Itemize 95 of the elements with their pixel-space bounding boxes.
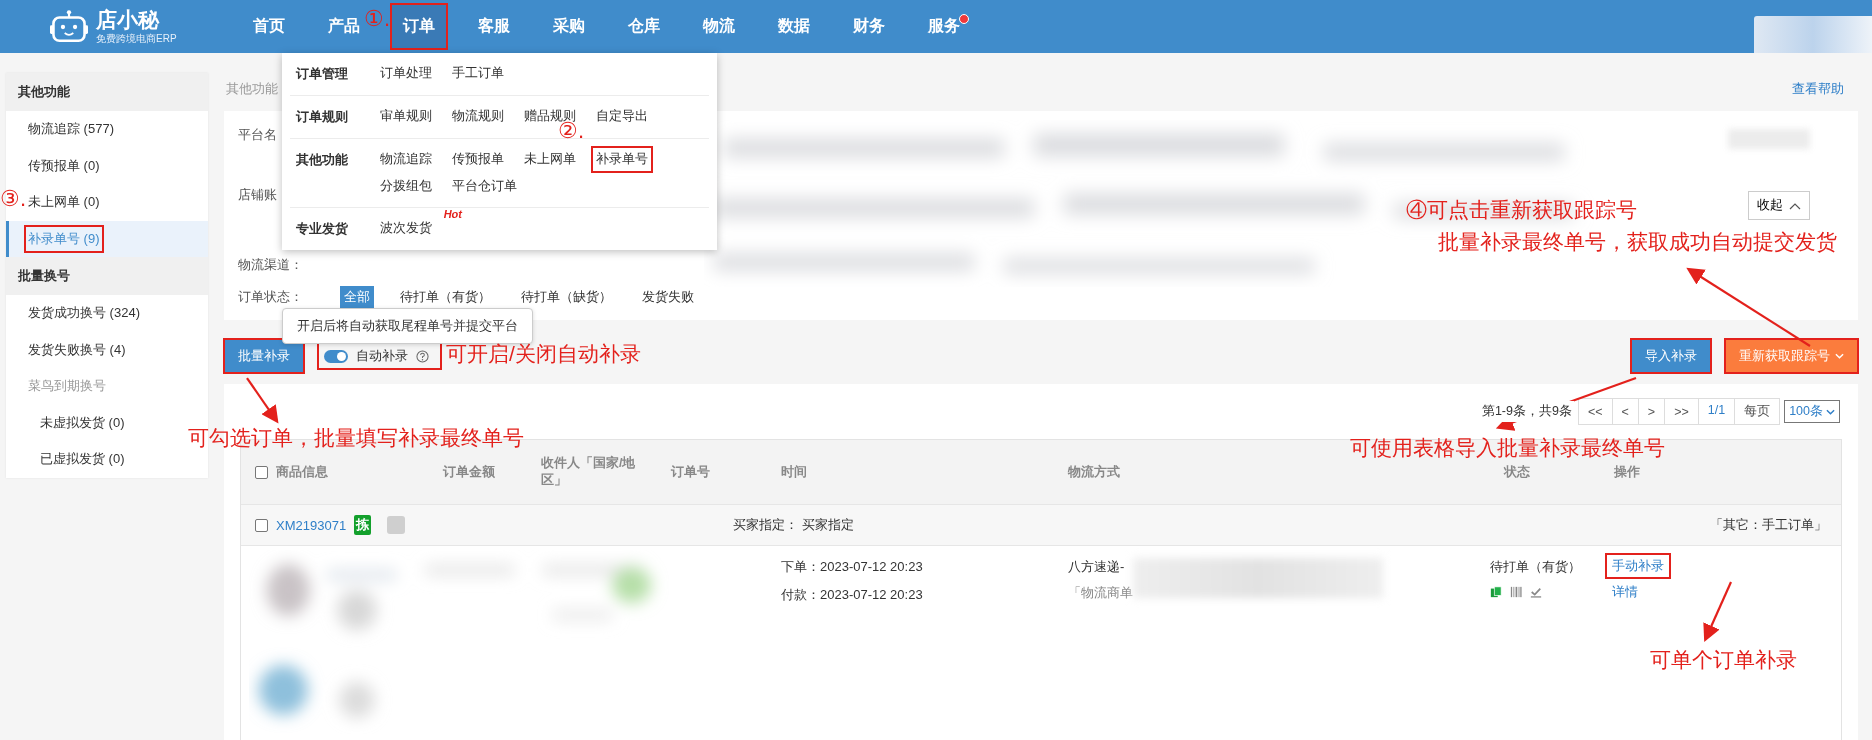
help-link[interactable]: 查看帮助	[1792, 80, 1844, 98]
menu-link[interactable]: 物流规则	[448, 104, 508, 129]
order-source: 「其它：手工订单」	[1710, 516, 1827, 534]
filter-option[interactable]: 发货失败	[638, 286, 698, 308]
page-summary: 第1-9条，共9条	[1479, 401, 1574, 422]
menu-link[interactable]: 手工订单	[448, 61, 508, 86]
menu-link[interactable]: 自定导出	[592, 104, 652, 129]
filter-label: 订单状态：	[238, 288, 304, 306]
filter-label: 物流渠道：	[238, 256, 304, 274]
column-header: 物流方式	[1068, 463, 1120, 481]
robot-logo-icon	[50, 8, 88, 45]
filter-label: 平台名	[238, 126, 278, 144]
nav-tab[interactable]: 订单	[390, 4, 447, 49]
annotation-note: 批量补录最终单号，获取成功自动提交发货	[1438, 229, 1837, 255]
menu-group-title: 其他功能	[296, 151, 349, 169]
arrow	[246, 377, 279, 424]
filter-label: 店铺账	[238, 186, 278, 204]
sidebar-item[interactable]: 发货失败换号 (4)	[25, 336, 129, 363]
collapse-button[interactable]: 收起	[1748, 191, 1810, 220]
nav-tab[interactable]: 仓库	[621, 6, 666, 47]
nav-tab[interactable]: 首页	[246, 6, 291, 47]
nav-tab[interactable]: 服务	[921, 6, 966, 47]
column-header: 时间	[781, 463, 807, 481]
sidebar-section-title: 其他功能	[6, 73, 208, 111]
column-header: 订单号	[671, 463, 710, 481]
order-time: 下单：2023-07-12 20:23	[781, 558, 924, 576]
menu-group-title: 订单管理	[296, 65, 349, 83]
nav-tab[interactable]: 物流	[696, 6, 741, 47]
column-header: 操作	[1614, 463, 1640, 481]
nav-tab[interactable]: 财务	[846, 6, 891, 47]
pick-tag: 拣	[354, 515, 372, 535]
annotation-note: 可开启/关闭自动补录	[446, 341, 641, 367]
action-link[interactable]: 手动补录	[1606, 554, 1670, 578]
menu-link[interactable]: 平台仓订单	[448, 174, 521, 199]
sidebar-item[interactable]: 传预报单 (0)	[25, 152, 103, 179]
tag-placeholder	[387, 516, 406, 534]
toggle-label: 自动补录	[356, 347, 408, 365]
filter-option[interactable]: 待打单（缺货）	[517, 286, 616, 308]
chevron-up-icon	[1789, 201, 1801, 210]
sidebar-item[interactable]: 未上网单 (0)	[25, 189, 103, 216]
copy-icon[interactable]	[1490, 586, 1502, 598]
sidebar-section-title: 批量换号	[6, 257, 208, 295]
menu-group-title: 专业发货	[296, 220, 349, 238]
per-page-select[interactable]: 100条	[1784, 400, 1840, 423]
nav-tab[interactable]: 数据	[771, 6, 816, 47]
barcode-icon[interactable]	[1510, 586, 1522, 598]
step-number: ①.	[364, 6, 391, 32]
order-status: 待打单（有货）	[1490, 558, 1582, 576]
logo-name: 店小秘	[96, 7, 161, 32]
sidebar-item[interactable]: 物流追踪 (577)	[25, 116, 117, 143]
filter-option[interactable]: 待打单（有货）	[396, 286, 495, 308]
nav-tab[interactable]: 客服	[471, 6, 516, 47]
annotation-note: 可勾选订单，批量填写补录最终单号	[188, 425, 524, 451]
action-link[interactable]: 详情	[1606, 580, 1644, 604]
breadcrumb: 其他功能	[226, 80, 278, 98]
step-number: ③.	[0, 186, 27, 212]
menu-link[interactable]: 传预报单	[448, 147, 508, 172]
tooltip: 开启后将自动获取尾程单号并提交平台	[282, 308, 533, 344]
checkbox[interactable]	[255, 465, 268, 479]
buyer-note: 买家指定： 买家指定	[733, 516, 854, 534]
order-time: 付款：2023-07-12 20:23	[781, 586, 924, 604]
sidebar-item[interactable]: 发货成功换号 (324)	[25, 300, 143, 327]
menu-link[interactable]: 订单处理	[376, 61, 436, 86]
hot-label: Hot	[443, 208, 462, 220]
menu-link[interactable]: 补录单号	[592, 147, 652, 172]
batch-supplement-button[interactable]: 批量补录	[224, 339, 304, 373]
import-button[interactable]: 导入补录	[1631, 339, 1711, 373]
column-header: 商品信息	[276, 463, 328, 481]
caret-icon	[1835, 353, 1844, 359]
menu-link[interactable]: 分拨组包	[376, 174, 436, 199]
annotation-note: 可单个订单补录	[1650, 647, 1797, 673]
menu-link[interactable]: 未上网单	[520, 147, 580, 172]
toggle-switch[interactable]	[324, 349, 348, 363]
annotation-note: 可使用表格导入批量补录最终单号	[1350, 435, 1665, 461]
logo-tagline: 免费跨境电商ERP	[96, 31, 177, 46]
checkbox[interactable]	[255, 518, 268, 532]
column-header: 订单金额	[443, 463, 495, 481]
auto-supplement-toggle[interactable]: 自动补录	[318, 343, 441, 369]
menu-group-title: 订单规则	[296, 108, 349, 126]
arrow	[1703, 581, 1732, 642]
caret-icon	[1826, 408, 1835, 415]
order-number-link[interactable]: XM2193071	[276, 517, 347, 533]
menu-link[interactable]: 物流追踪	[376, 147, 436, 172]
column-header: 收件人「国家/地区」	[541, 455, 637, 489]
filter-option[interactable]: 全部	[340, 286, 374, 308]
shipping-note: 「物流商单	[1068, 584, 1133, 602]
shipping-method: 八方速递-	[1068, 558, 1126, 576]
help-icon[interactable]	[416, 349, 429, 363]
nav-tab[interactable]: 采购	[546, 6, 591, 47]
nav-tab[interactable]: 产品	[321, 6, 366, 47]
menu-link[interactable]: 审单规则	[376, 104, 436, 129]
check-icon[interactable]	[1530, 586, 1542, 598]
column-header: 状态	[1504, 463, 1530, 481]
annotation-note: ④可点击重新获取跟踪号	[1406, 197, 1637, 223]
menu-link[interactable]: 波次发货	[376, 216, 436, 241]
